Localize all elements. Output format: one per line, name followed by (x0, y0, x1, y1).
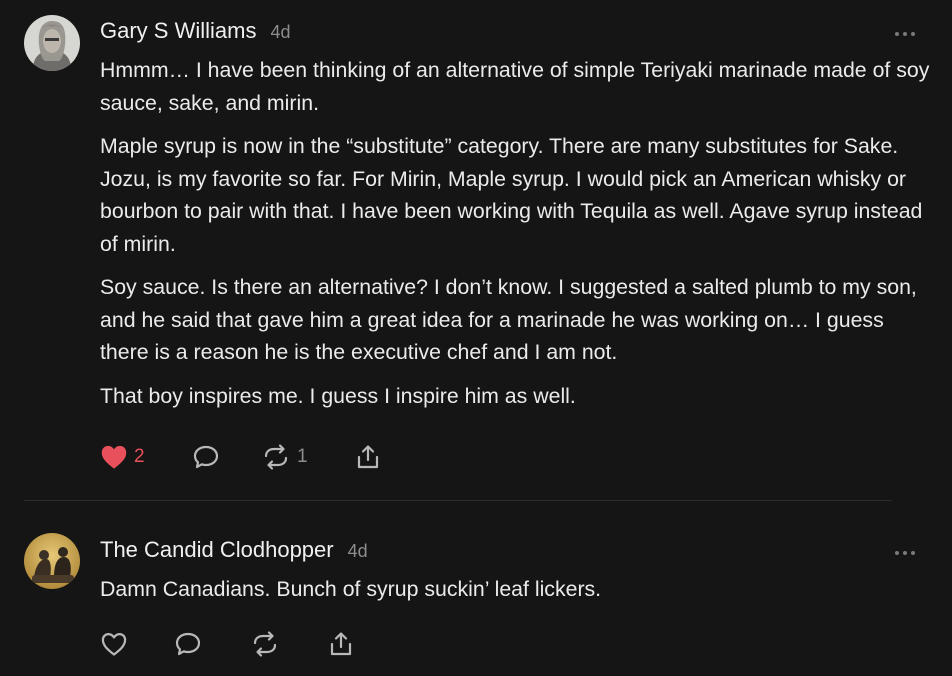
comment-author[interactable]: Gary S Williams 4d (100, 18, 290, 44)
comment-body: Damn Canadians. Bunch of syrup suckin’ l… (100, 573, 930, 617)
comment-paragraph: Hmmm… I have been thinking of an alterna… (100, 58, 930, 115)
restack-icon (250, 630, 280, 658)
author-name[interactable]: Gary S Williams (100, 18, 256, 43)
comment-paragraph: Damn Canadians. Bunch of syrup suckin’ l… (100, 577, 602, 601)
speech-bubble-icon (192, 443, 220, 471)
share-icon (327, 630, 355, 658)
avatar[interactable] (24, 533, 80, 589)
restack-icon (261, 443, 291, 471)
restack-count: 1 (297, 446, 308, 467)
like-count: 2 (134, 446, 145, 467)
comment: Gary S Williams 4d Hmmm… I have been thin… (0, 0, 952, 500)
comment-paragraph: That boy inspires me. I guess I inspire … (100, 383, 576, 408)
more-options-icon[interactable] (893, 545, 917, 555)
restack-button[interactable] (250, 626, 280, 662)
comment: The Candid Clodhopper 4d Damn Canadians. … (0, 501, 952, 676)
comment-paragraph: Soy sauce. Is there an alternative? I do… (100, 275, 917, 364)
reply-button[interactable] (192, 439, 220, 475)
more-options-icon[interactable] (893, 26, 917, 36)
comment-timestamp[interactable]: 4d (348, 541, 368, 561)
restack-button[interactable]: 1 (261, 439, 308, 475)
reply-button[interactable] (174, 626, 202, 662)
comment-timestamp[interactable]: 4d (270, 22, 290, 42)
heart-icon (100, 631, 128, 657)
share-button[interactable] (327, 626, 355, 662)
share-icon (354, 443, 382, 471)
comment-body: Hmmm… I have been thinking of an alterna… (100, 54, 930, 423)
speech-bubble-icon (174, 630, 202, 658)
share-button[interactable] (354, 439, 382, 475)
like-button[interactable]: 2 (100, 439, 145, 475)
author-name[interactable]: The Candid Clodhopper (100, 537, 334, 562)
comment-author[interactable]: The Candid Clodhopper 4d (100, 537, 368, 563)
like-button[interactable] (100, 626, 128, 662)
avatar[interactable] (24, 15, 80, 71)
heart-filled-icon (100, 444, 128, 470)
comment-paragraph: Maple syrup is now in the “substitute” c… (100, 134, 923, 256)
